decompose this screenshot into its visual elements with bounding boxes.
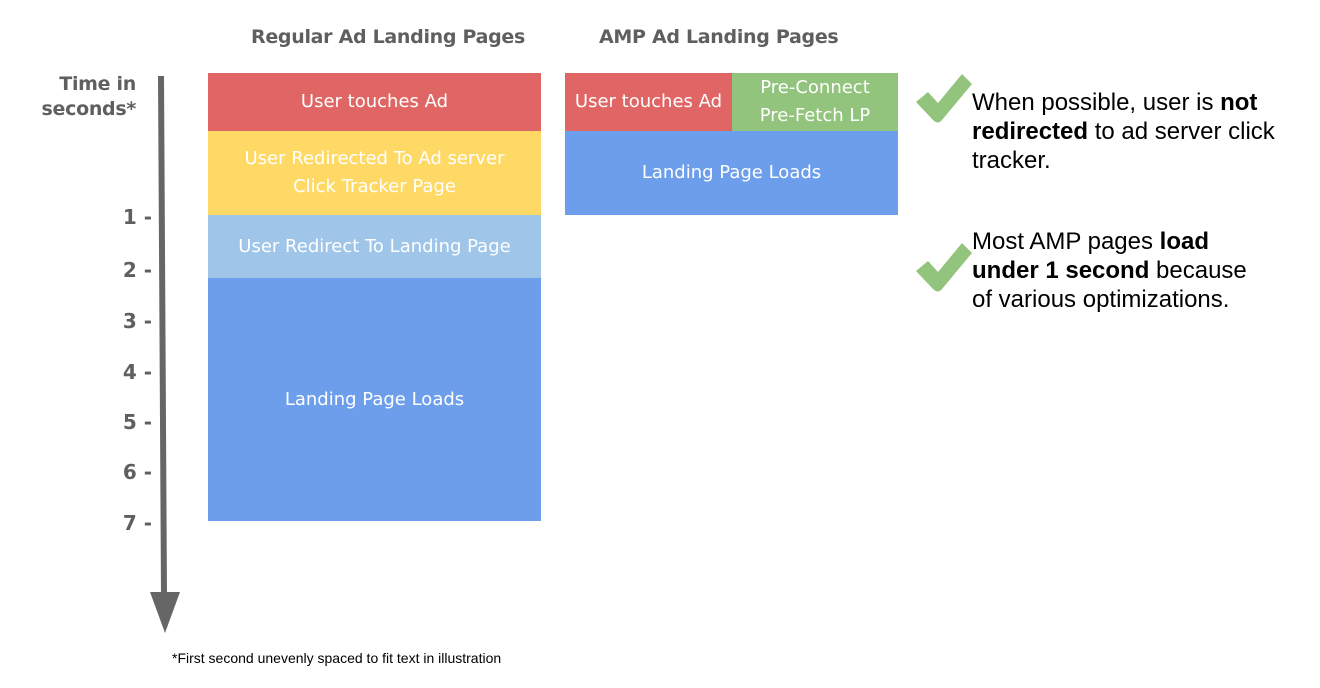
amp-block-preconnect-prefetch: Pre-Connect Pre-Fetch LP (732, 73, 898, 131)
tick-5: 5 - (122, 410, 152, 434)
block-label: Landing Page Loads (284, 388, 465, 410)
footnote: *First second unevenly spaced to fit tex… (172, 650, 502, 666)
tick-3: 3 - (122, 309, 152, 333)
note-load-under-1s: Most AMP pages load under 1 second becau… (972, 227, 1272, 314)
regular-block-user-touches-ad: User touches Ad (208, 73, 541, 131)
amp-block-user-touches-ad: User touches Ad (565, 73, 732, 131)
regular-block-landing-redirect: User Redirect To Landing Page (208, 215, 541, 278)
tick-4: 4 - (122, 360, 152, 384)
note-text: When possible, user is (972, 89, 1221, 116)
axis-shaft (158, 75, 167, 597)
regular-block-landing-page-loads: Landing Page Loads (208, 278, 541, 521)
block-label: User Redirect To Landing Page (238, 235, 511, 257)
block-label: User touches Ad (300, 91, 449, 112)
axis-arrowhead (150, 592, 180, 633)
checkmark-icon (916, 74, 972, 123)
amp-block-landing-page-loads: Landing Page Loads (565, 131, 898, 215)
tick-1: 1 - (122, 205, 152, 229)
tick-7: 7 - (122, 511, 152, 535)
note-not-redirected: When possible, user is not redirected to… (972, 88, 1302, 175)
regular-block-click-tracker-redirect: User Redirected To Ad server Click Track… (208, 131, 541, 215)
block-label: Pre-Connect Pre-Fetch LP (759, 77, 871, 126)
note-text: Most AMP pages (972, 228, 1160, 255)
checkmark-icon (916, 243, 972, 292)
block-label: Landing Page Loads (641, 162, 822, 183)
tick-2: 2 - (122, 258, 152, 282)
tick-6: 6 - (122, 460, 152, 484)
block-label: User touches Ad (574, 91, 723, 112)
block-label: User Redirected To Ad server Click Track… (244, 148, 505, 197)
